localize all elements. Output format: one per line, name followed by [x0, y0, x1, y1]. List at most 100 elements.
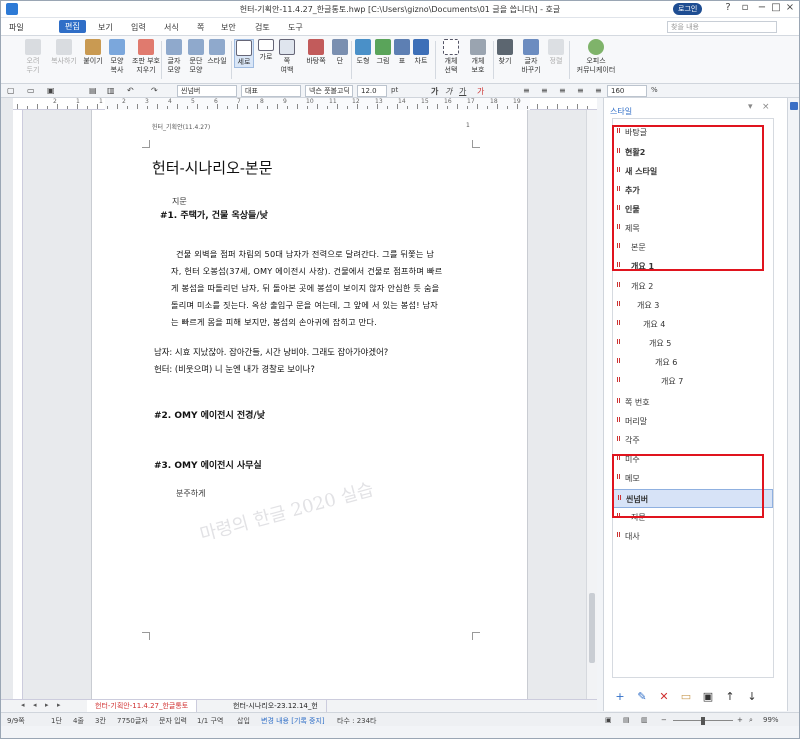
arrow-up-icon[interactable]: ↑ [722, 688, 738, 704]
preview-icon[interactable]: ▥ [107, 86, 115, 95]
format-painter-button[interactable]: 모양 복사 [105, 39, 129, 75]
style-pane-tab-icon[interactable] [790, 102, 798, 110]
zoom-in-icon[interactable]: + [737, 716, 743, 724]
print-icon[interactable]: ▤ [89, 86, 97, 95]
menu-edit[interactable]: 편집 [59, 20, 86, 33]
zoom-input[interactable]: 160 [607, 85, 647, 97]
zoom-slider-knob[interactable] [701, 717, 705, 725]
sort-button[interactable]: 정렬 [547, 39, 565, 66]
save-doc-icon[interactable]: ▣ [47, 86, 55, 95]
char-shape-button[interactable]: 글자 모양 [163, 39, 185, 75]
view-normal-icon[interactable]: ▣ [605, 716, 612, 724]
horizontal-ruler[interactable]: 2 1 1 2 3 4 5 6 7 8 9 10 11 12 13 14 15 16 17 18 19 [13, 98, 597, 110]
zoom-magnifier-icon[interactable]: ⌕ [749, 716, 753, 725]
landscape-button[interactable]: 가로 [256, 39, 276, 62]
undo-icon[interactable]: ↶ [127, 86, 134, 95]
replace-button[interactable]: 글자 바꾸기 [517, 39, 545, 75]
margin-button[interactable]: 쪽 여백 [277, 39, 297, 75]
align-justify-icon[interactable]: ≡ [523, 86, 530, 95]
help-icon[interactable]: ? [721, 2, 735, 13]
align-distribute-icon[interactable]: ≡ [595, 86, 602, 95]
style-item[interactable]: 개요 5 [613, 334, 773, 353]
delete-icon[interactable]: ✕ [656, 688, 672, 704]
folder-icon[interactable]: ▭ [678, 688, 694, 704]
table-button[interactable]: 표 [394, 39, 410, 66]
last-tab-icon[interactable]: ▸ [57, 701, 61, 709]
open-icon[interactable]: ▭ [27, 86, 35, 95]
document-page[interactable]: 헌터_기획안(11.4.27) 1 헌터-시나리오-본문 지문 #1. 주택가,… [91, 110, 528, 699]
menu-insert[interactable]: 입력 [131, 22, 146, 33]
status-track-changes[interactable]: 변경 내용 [기록 중지] [261, 716, 325, 726]
maximize-button[interactable]: □ [769, 2, 783, 13]
minimize-button[interactable]: − [755, 2, 769, 13]
font-select[interactable]: 넥슨 풋볼고딕 E [305, 85, 353, 105]
style-item[interactable]: 각주 [613, 431, 773, 450]
paste-button[interactable]: 붙이기 [81, 39, 105, 66]
align-left-icon[interactable]: ≡ [541, 86, 548, 95]
font-lang-select[interactable]: 대표 [241, 85, 301, 97]
style-item[interactable]: 개요 7 [613, 372, 773, 391]
style-item[interactable]: 개요 3 [613, 296, 773, 315]
next-tab-icon[interactable]: ▸ [45, 701, 49, 709]
style-item[interactable]: 쪽 번호 [613, 393, 773, 412]
first-tab-icon[interactable]: ◂ [21, 701, 25, 709]
style-item[interactable]: 대사 [613, 527, 773, 546]
style-item[interactable]: 개요 2 [613, 277, 773, 296]
copy-button[interactable]: 복사하기 [47, 39, 81, 66]
italic-icon[interactable]: 가 [445, 86, 452, 97]
vertical-ruler[interactable] [13, 110, 23, 699]
style-button[interactable]: 스타일 [205, 39, 229, 66]
arrow-down-icon[interactable]: ↓ [744, 688, 760, 704]
vertical-scrollbar[interactable] [586, 110, 597, 699]
master-page-button[interactable]: 바탕쪽 [301, 39, 331, 66]
font-color-icon[interactable]: 가 [477, 86, 484, 97]
bold-icon[interactable]: 가 [431, 86, 438, 97]
shape-button[interactable]: 도형 [353, 39, 373, 66]
style-item[interactable]: 개요 6 [613, 353, 773, 372]
scroll-thumb[interactable] [589, 593, 595, 663]
view-web-icon[interactable]: ▤ [623, 716, 630, 724]
restore-ribbon-icon[interactable]: ▫ [738, 2, 752, 13]
align-right-icon[interactable]: ≡ [577, 86, 584, 95]
doc-tab[interactable]: 헌터-시나리오-23.12.14_헌 [225, 700, 327, 712]
para-shape-button[interactable]: 문단 모양 [185, 39, 207, 75]
status-insert[interactable]: 삽입 [237, 716, 250, 726]
login-button[interactable]: 로그인 [673, 3, 703, 15]
select-object-button[interactable]: 개체 선택 [439, 39, 463, 75]
view-page-icon[interactable]: ▥ [641, 716, 648, 724]
clear-codes-button[interactable]: 조판 부호 지우기 [129, 39, 163, 75]
protect-object-button[interactable]: 개체 보호 [465, 39, 491, 75]
zoom-out-icon[interactable]: − [661, 716, 667, 724]
menu-format[interactable]: 서식 [164, 22, 179, 33]
menu-view[interactable]: 보기 [98, 22, 113, 33]
doc-tab-active[interactable]: 헌터-기획안-11.4.27_한글통토 [87, 700, 198, 712]
style-select[interactable]: 씬넘버 [177, 85, 237, 97]
menu-page[interactable]: 쪽 [197, 22, 204, 33]
style-item[interactable]: 개요 4 [613, 315, 773, 334]
underline-icon[interactable]: 가 [459, 86, 466, 97]
align-center-icon[interactable]: ≡ [559, 86, 566, 95]
find-button[interactable]: 찾기 [495, 39, 515, 66]
edit-icon[interactable]: ✎ [634, 688, 650, 704]
panel-menu-icon[interactable]: ▾ [748, 102, 753, 112]
close-button[interactable]: × [783, 2, 797, 13]
save-icon[interactable]: ▣ [700, 688, 716, 704]
chart-button[interactable]: 차트 [412, 39, 430, 66]
menu-file[interactable]: 파일 [9, 22, 24, 33]
style-item[interactable]: 머리말 [613, 412, 773, 431]
communicator-button[interactable]: 오피스 커뮤니케이터 [573, 39, 619, 75]
menu-tools[interactable]: 도구 [288, 22, 303, 33]
columns-button[interactable]: 단 [331, 39, 349, 66]
picture-button[interactable]: 그림 [373, 39, 393, 66]
menu-security[interactable]: 보안 [221, 22, 236, 33]
redo-icon[interactable]: ↷ [151, 86, 158, 95]
panel-close-icon[interactable]: × [762, 102, 770, 112]
cut-button[interactable]: 오려 두기 [21, 39, 45, 75]
menu-review[interactable]: 검토 [255, 22, 270, 33]
font-size-input[interactable]: 12.0 [357, 85, 387, 97]
add-icon[interactable]: + [612, 688, 628, 704]
portrait-button[interactable]: 세로 [234, 39, 254, 68]
help-search-input[interactable]: 찾을 내용 [667, 21, 777, 33]
new-doc-icon[interactable]: ▢ [7, 86, 15, 95]
prev-tab-icon[interactable]: ◂ [33, 701, 37, 709]
